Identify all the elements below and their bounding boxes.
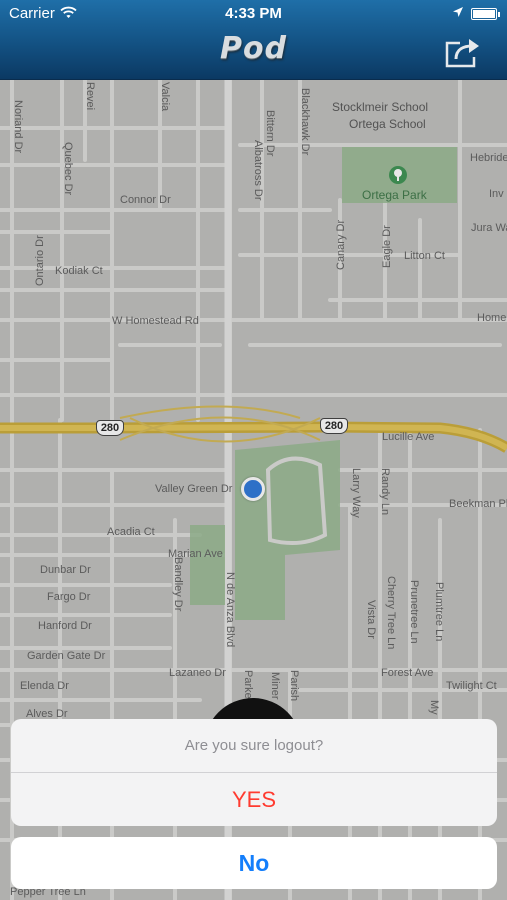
battery-icon (471, 8, 500, 20)
share-icon[interactable] (444, 35, 482, 69)
logout-action-sheet: Are you sure logout? YES (11, 719, 497, 826)
cancel-button[interactable]: No (11, 837, 497, 889)
status-bar: Carrier 4:33 PM (0, 0, 507, 28)
action-sheet-title: Are you sure logout? (11, 719, 497, 773)
clock: 4:33 PM (225, 5, 282, 22)
location-arrow-icon (453, 7, 463, 17)
confirm-logout-button[interactable]: YES (11, 773, 497, 826)
app-title-logo: Pod (219, 31, 288, 66)
nav-header: Carrier 4:33 PM Pod (0, 0, 507, 80)
